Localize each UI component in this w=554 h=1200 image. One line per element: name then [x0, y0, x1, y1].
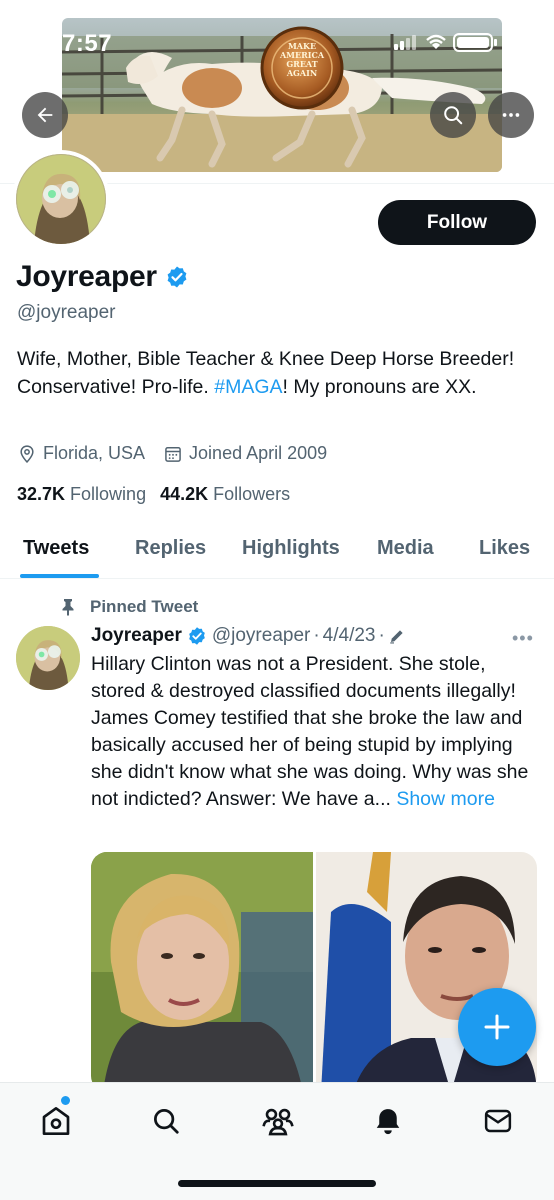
search-icon [444, 106, 463, 125]
profile-name-row: Joyreaper [16, 260, 189, 294]
pinned-label-row: Pinned Tweet [60, 597, 198, 617]
following-count: 32.7K [17, 484, 66, 504]
pin-icon [62, 599, 74, 616]
bio-text-suffix: ! My pronouns are XX. [282, 376, 477, 398]
tweet-text: Hillary Clinton was not a President. She… [91, 653, 529, 810]
following-link[interactable]: 32.7K Following [17, 484, 146, 505]
profile-tabs: Tweets Replies Highlights Media Likes [0, 525, 554, 579]
signal-wifi-battery-icon [394, 33, 497, 52]
verified-badge-icon [189, 627, 205, 645]
communities-icon [262, 1108, 294, 1136]
nav-home[interactable] [36, 1101, 76, 1141]
followers-link[interactable]: 44.2K Followers [160, 484, 290, 505]
home-indicator[interactable] [178, 1180, 376, 1187]
tweet-dot-separator: · [378, 625, 385, 646]
tweet-avatar-image [16, 626, 80, 690]
edit-pencil-icon[interactable] [388, 627, 406, 645]
followers-count: 44.2K [160, 484, 209, 504]
back-button[interactable] [22, 92, 68, 138]
verified-badge-icon[interactable] [165, 265, 189, 289]
profile-location: Florida, USA [17, 443, 145, 464]
tab-tweets[interactable]: Tweets [23, 537, 89, 560]
profile-avatar[interactable] [12, 150, 110, 248]
messages-mail-icon [484, 1109, 512, 1133]
tweet-dot-separator: · [313, 625, 320, 646]
tab-replies[interactable]: Replies [135, 537, 206, 560]
tweet-avatar[interactable] [16, 626, 80, 690]
tab-highlights[interactable]: Highlights [242, 537, 340, 560]
follow-button[interactable]: Follow [378, 200, 536, 245]
profile-meta: Florida, USA Joined April 2009 [17, 443, 345, 464]
following-label: Following [70, 484, 147, 504]
search-button[interactable] [430, 92, 476, 138]
profile-handle: @joyreaper [17, 302, 116, 323]
tab-likes[interactable]: Likes [479, 537, 530, 560]
tweet-author-name[interactable]: Joyreaper [91, 625, 182, 647]
bio-hashtag-link[interactable]: #MAGA [214, 376, 282, 398]
display-name: Joyreaper [16, 260, 157, 293]
home-notification-dot [61, 1096, 70, 1105]
tab-media[interactable]: Media [377, 537, 434, 560]
followers-label: Followers [213, 484, 291, 504]
profile-bio: Wife, Mother, Bible Teacher & Knee Deep … [17, 345, 537, 401]
pinned-tweet-label: Pinned Tweet [90, 597, 199, 616]
compose-tweet-button[interactable] [458, 988, 536, 1066]
status-time: 7:57 [62, 30, 113, 57]
more-horizontal-icon [502, 113, 520, 117]
tweet-date[interactable]: 4/4/23 [323, 625, 376, 647]
calendar-icon [165, 446, 181, 462]
tweet-body: Hillary Clinton was not a President. She… [91, 651, 543, 813]
nav-communities[interactable] [258, 1101, 298, 1141]
nav-notifications[interactable] [368, 1101, 408, 1141]
status-icons [392, 30, 502, 54]
profile-counts: 32.7K Following 44.2K Followers [17, 484, 304, 505]
nav-messages[interactable] [478, 1101, 518, 1141]
location-text: Florida, USA [43, 443, 146, 463]
joined-text: Joined April 2009 [189, 443, 328, 463]
tweet-author-handle[interactable]: @joyreaper [212, 625, 311, 647]
plus-icon [484, 1014, 510, 1040]
nav-explore[interactable] [146, 1101, 186, 1141]
status-bar: 7:57 [0, 0, 554, 60]
avatar-image [16, 154, 106, 244]
arrow-left-icon [37, 107, 53, 123]
notifications-bell-icon [376, 1109, 400, 1135]
profile-joined: Joined April 2009 [163, 443, 327, 464]
tweet-more-button[interactable]: ••• [512, 628, 534, 649]
location-pin-icon [20, 444, 34, 463]
home-icon [42, 1107, 70, 1135]
explore-search-icon [154, 1109, 179, 1134]
show-more-link[interactable]: Show more [396, 788, 495, 810]
tabs-divider [0, 578, 554, 579]
more-options-button[interactable] [488, 92, 534, 138]
tweet-header: Joyreaper @joyreaper · 4/4/23 · [91, 625, 406, 647]
